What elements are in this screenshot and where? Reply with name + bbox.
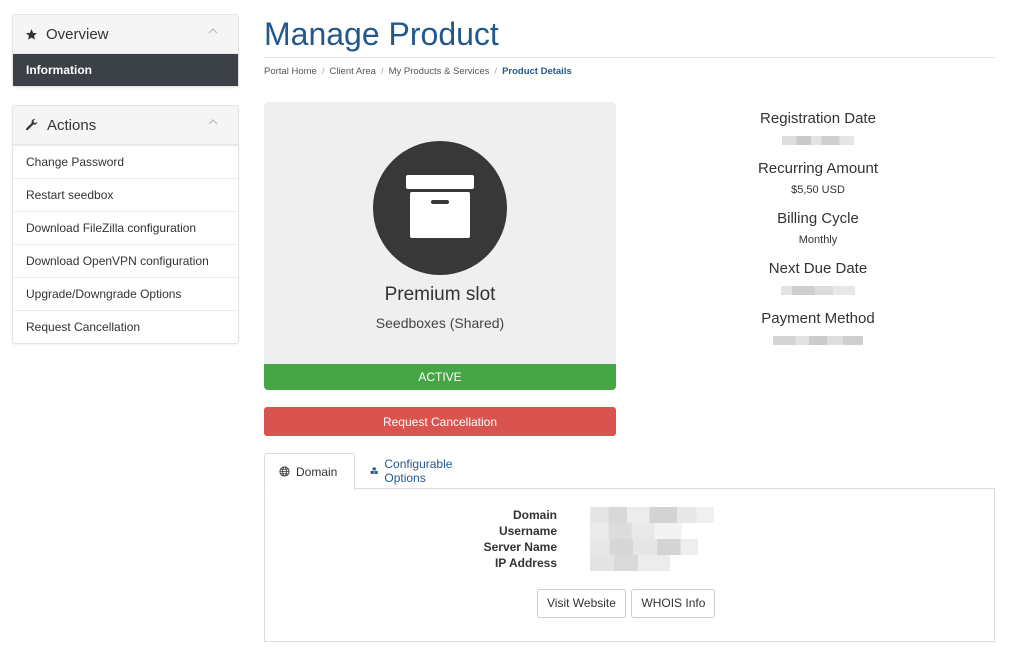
overview-title: Overview	[46, 25, 109, 43]
recurring-amount-label: Recurring Amount	[757, 160, 879, 177]
actions-panel: Actions Change Password Restart seedbox …	[12, 105, 239, 344]
redacted-value	[782, 135, 854, 145]
sidebar-item-download-filezilla[interactable]: Download FileZilla configuration	[13, 211, 238, 244]
request-cancellation-button[interactable]: Request Cancellation	[264, 407, 616, 436]
status-badge: ACTIVE	[264, 364, 616, 390]
registration-date-label: Registration Date	[760, 110, 876, 127]
table-row: Domain	[265, 507, 994, 523]
product-icon-circle	[373, 141, 507, 275]
chevron-up-icon[interactable]	[208, 119, 218, 125]
next-due-date-label: Next Due Date	[768, 260, 868, 277]
sidebar-item-request-cancellation[interactable]: Request Cancellation	[13, 310, 238, 343]
breadcrumb-separator: /	[380, 66, 384, 77]
visit-website-button[interactable]: Visit Website	[537, 589, 626, 618]
overview-panel: Overview Information	[12, 14, 239, 87]
overview-header[interactable]: Overview	[13, 15, 238, 54]
cubes-icon	[370, 466, 378, 474]
title-divider	[264, 57, 995, 58]
actions-header[interactable]: Actions	[13, 106, 238, 145]
table-row: Server Name	[265, 539, 994, 555]
redacted-value	[590, 523, 682, 539]
tab-configurable-label: Configurable Options	[384, 456, 453, 485]
product-details: Registration Date Recurring Amount $5,50…	[668, 108, 968, 358]
breadcrumb-portal-home[interactable]: Portal Home	[264, 66, 317, 77]
actions-title: Actions	[47, 116, 97, 134]
sidebar-item-information[interactable]: Information	[13, 54, 238, 86]
sidebar-item-download-openvpn[interactable]: Download OpenVPN configuration	[13, 244, 238, 277]
ip-address-label: IP Address	[494, 556, 557, 570]
breadcrumb-product-details: Product Details	[502, 66, 572, 77]
breadcrumb-separator: /	[321, 66, 325, 77]
redacted-value	[781, 285, 855, 295]
wrench-icon	[26, 119, 38, 131]
page-title: Manage Product	[264, 16, 499, 52]
breadcrumb-my-products[interactable]: My Products & Services	[389, 66, 490, 77]
sidebar-item-upgrade-downgrade[interactable]: Upgrade/Downgrade Options	[13, 277, 238, 310]
username-label: Username	[498, 524, 557, 538]
server-name-label: Server Name	[483, 540, 557, 554]
payment-method-value	[668, 330, 968, 358]
domain-actions: Visit Website WHOIS Info	[537, 589, 716, 618]
breadcrumb: Portal Home / Client Area / My Products & Se…	[264, 66, 572, 77]
product-name: Premium slot	[384, 284, 496, 305]
payment-method-label: Payment Method	[761, 310, 875, 327]
archive-box-icon	[406, 175, 474, 238]
redacted-value	[773, 335, 863, 345]
product-group: Seedboxes (Shared)	[375, 315, 505, 331]
whois-info-button[interactable]: WHOIS Info	[631, 589, 716, 618]
tab-domain-label: Domain	[296, 464, 338, 479]
sidebar-item-change-password[interactable]: Change Password	[13, 145, 238, 178]
redacted-value	[590, 539, 698, 555]
globe-icon	[279, 466, 290, 477]
recurring-amount-value: $5,50 USD	[791, 184, 845, 196]
billing-cycle-value: Monthly	[798, 234, 838, 246]
breadcrumb-separator: /	[494, 66, 498, 77]
next-due-date-value	[668, 280, 968, 308]
redacted-value	[590, 555, 670, 571]
domain-label: Domain	[512, 508, 557, 522]
billing-cycle-label: Billing Cycle	[777, 210, 859, 227]
registration-date-value	[668, 130, 968, 158]
table-row: Username	[265, 523, 994, 539]
table-row: IP Address	[265, 555, 994, 571]
domain-tab-panel: Domain Username Server Name IP Address V…	[264, 488, 995, 642]
domain-info-table: Domain Username Server Name IP Address	[265, 507, 994, 571]
tab-domain[interactable]: Domain	[264, 453, 355, 490]
redacted-value	[590, 507, 714, 523]
sidebar-item-restart-seedbox[interactable]: Restart seedbox	[13, 178, 238, 211]
product-card: Premium slot Seedboxes (Shared)	[264, 102, 616, 364]
chevron-up-icon[interactable]	[208, 28, 218, 34]
star-icon	[26, 28, 37, 40]
breadcrumb-client-area[interactable]: Client Area	[329, 66, 375, 77]
tab-configurable-options[interactable]: Configurable Options	[356, 453, 471, 488]
